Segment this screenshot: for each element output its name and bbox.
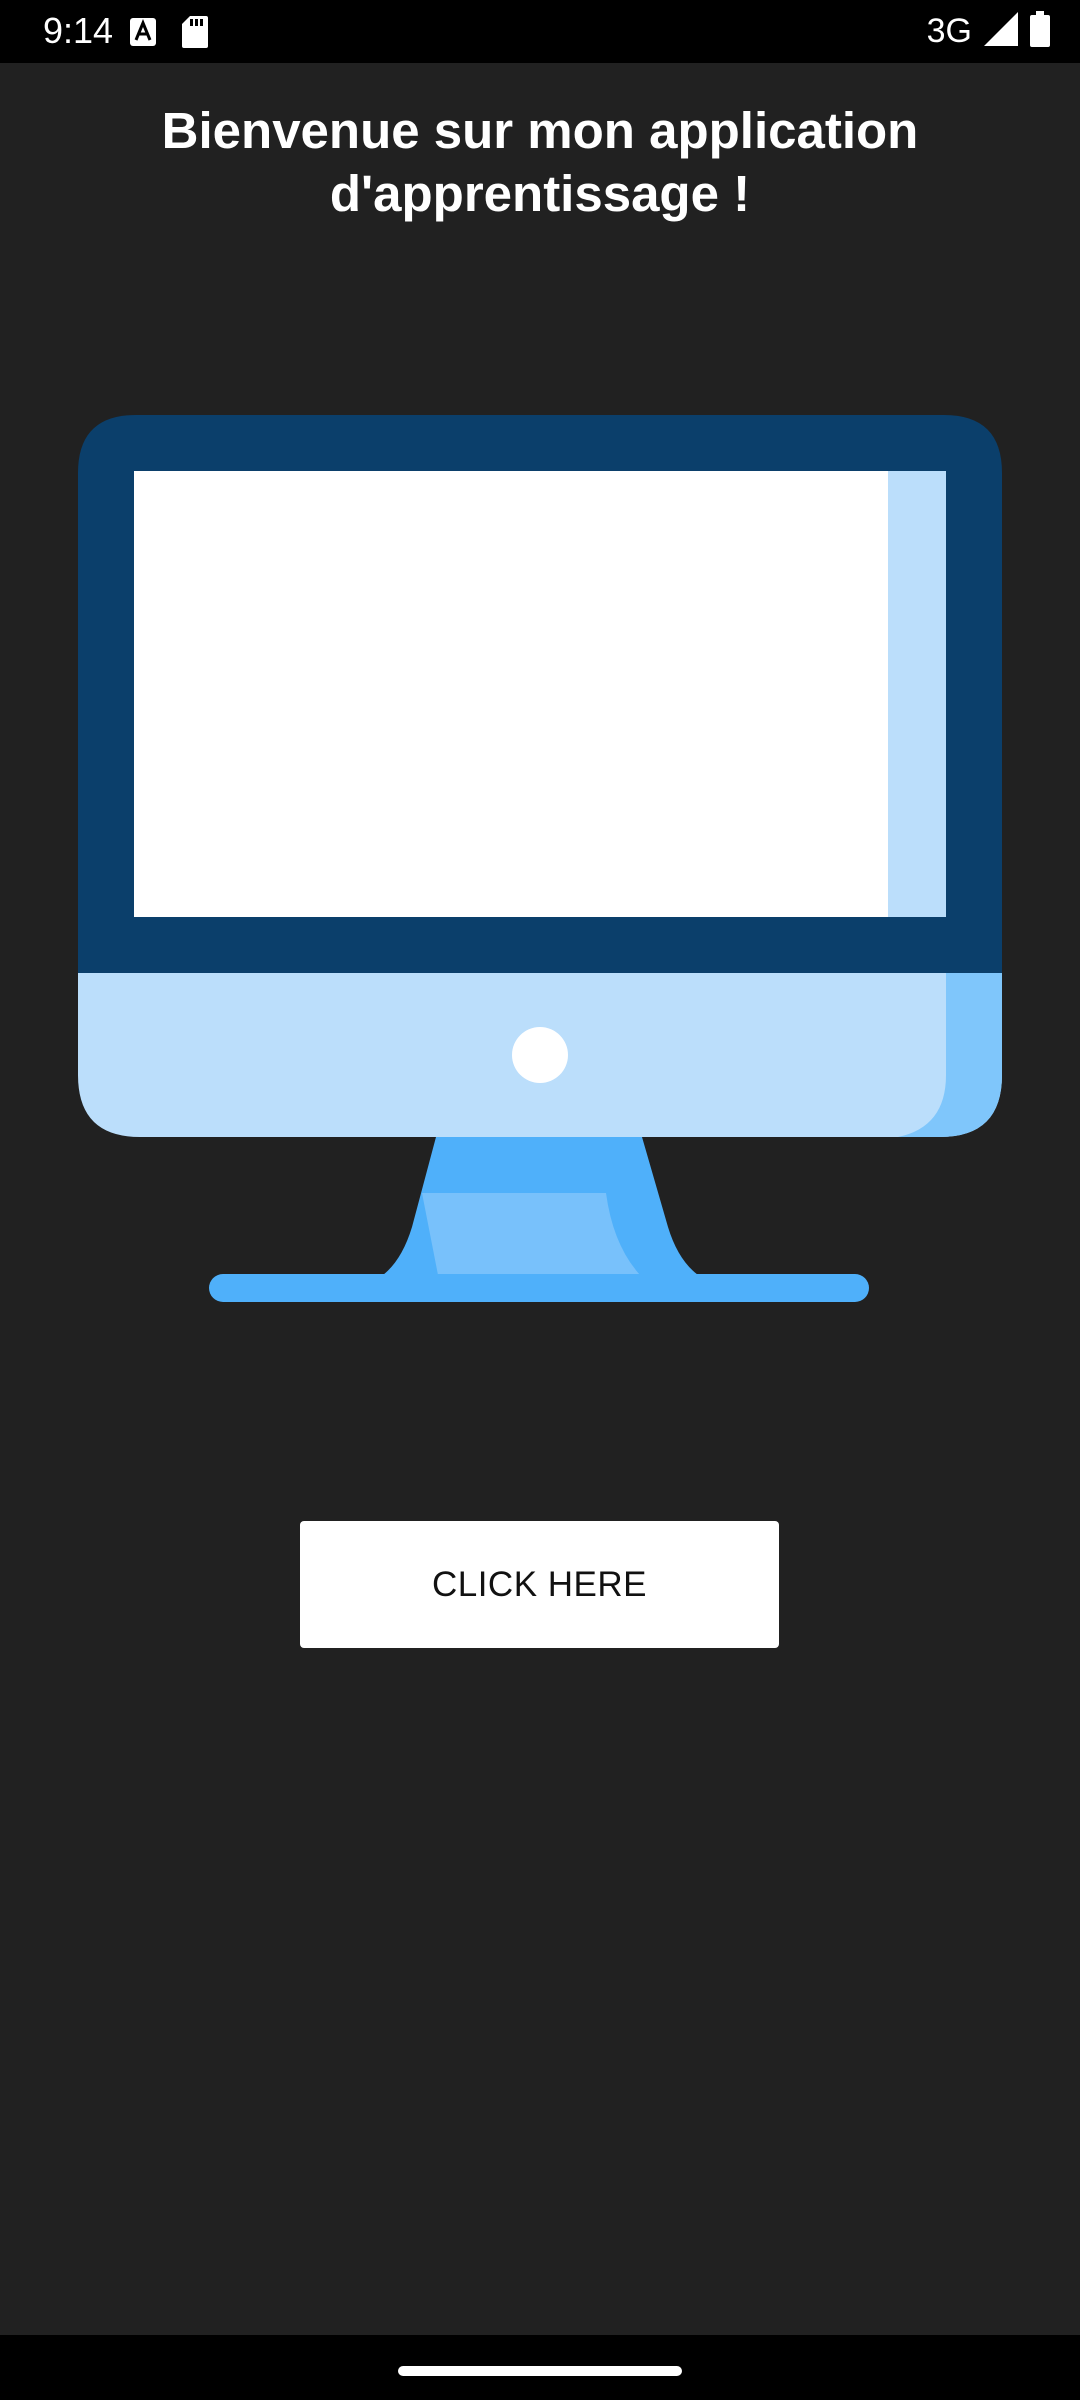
monitor-screen-reflection — [888, 471, 946, 917]
power-button-light — [512, 1027, 568, 1083]
network-type-label: 3G — [926, 12, 972, 50]
monitor-screen — [134, 471, 946, 917]
navigation-bar — [0, 2335, 1080, 2400]
home-gesture-handle[interactable] — [398, 2366, 682, 2376]
battery-icon — [1030, 10, 1050, 52]
click-here-button[interactable]: CLICK HERE — [300, 1521, 779, 1648]
desktop-monitor-icon — [78, 415, 1002, 1302]
status-bar: 9:14 3G — [0, 0, 1080, 63]
monitor-stand-highlight — [422, 1193, 640, 1275]
notification-icons — [130, 16, 208, 53]
status-time: 9:14 — [43, 10, 114, 51]
system-status: 3G — [927, 8, 1050, 54]
text-notification-icon — [130, 18, 156, 51]
welcome-title: Bienvenue sur mon application d'apprenti… — [161, 102, 919, 222]
app-screen: Bienvenue sur mon application d'apprenti… — [0, 63, 1080, 2335]
monitor-base — [209, 1274, 869, 1302]
cellular-signal-icon — [984, 11, 1018, 51]
sd-card-icon — [182, 16, 208, 53]
